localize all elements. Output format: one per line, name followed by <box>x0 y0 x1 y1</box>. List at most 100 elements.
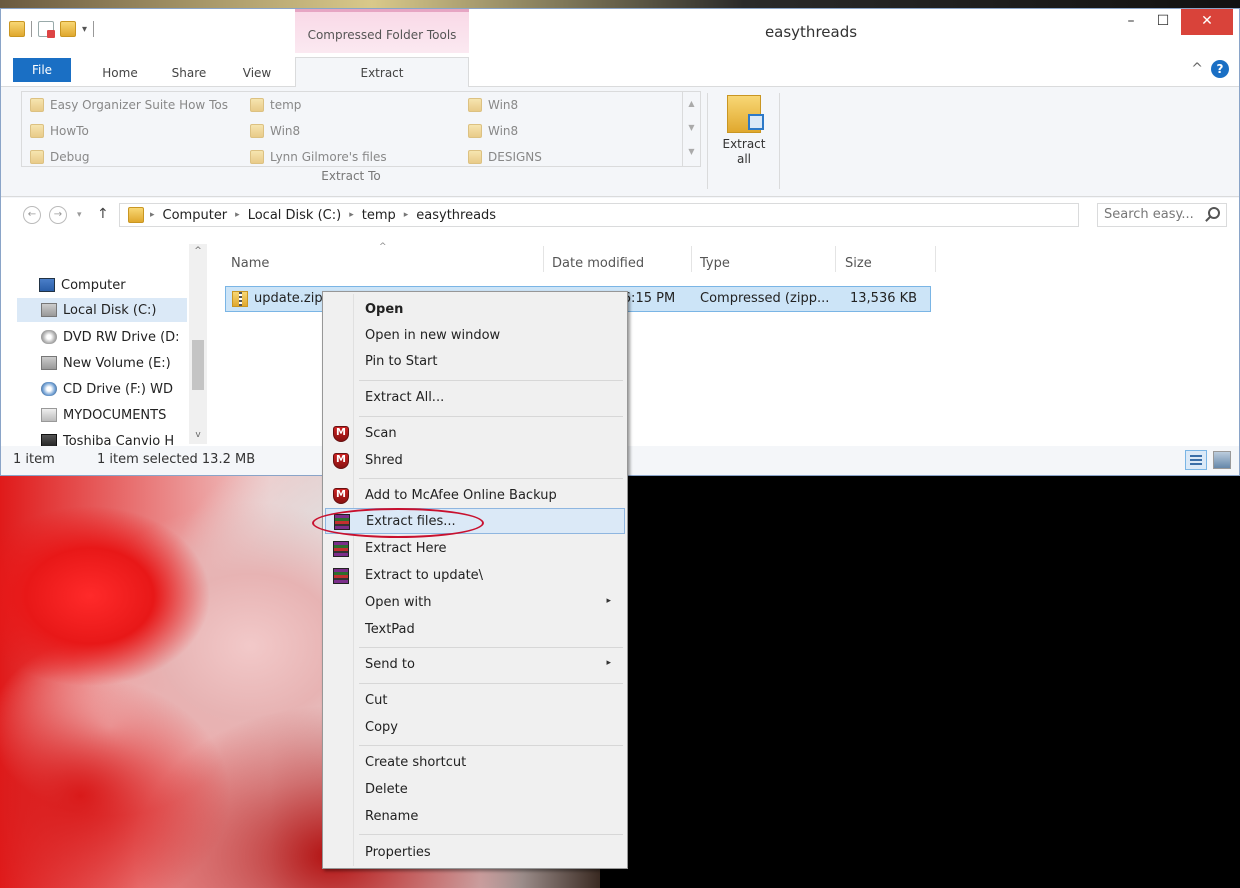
menu-item-copy[interactable]: Copy <box>325 715 625 741</box>
extract-location[interactable]: Lynn Gilmore's files <box>250 150 387 164</box>
extract-all-icon <box>727 95 764 133</box>
menu-item-mcafee-backup[interactable]: Add to McAfee Online Backup <box>325 483 625 509</box>
menu-item-textpad[interactable]: TextPad <box>325 617 625 643</box>
menu-item-properties[interactable]: Properties <box>325 840 625 866</box>
minimize-button[interactable]: – <box>1116 9 1146 35</box>
menu-item-extract-to-update[interactable]: Extract to update\ <box>325 563 625 589</box>
details-view-icon[interactable] <box>1185 450 1207 470</box>
up-button[interactable]: ↑ <box>97 206 109 222</box>
extract-location[interactable]: Win8 <box>468 124 518 138</box>
breadcrumb-computer[interactable]: Computer <box>163 208 228 223</box>
wallpaper-strip <box>0 0 1240 8</box>
column-header-date[interactable]: Date modified <box>552 254 644 278</box>
extract-location[interactable]: temp <box>250 98 301 112</box>
menu-separator <box>359 416 623 417</box>
menu-item-open[interactable]: Open <box>325 297 625 323</box>
column-separator[interactable] <box>935 246 936 272</box>
tab-extract[interactable]: Extract <box>295 57 469 88</box>
menu-item-extract-here[interactable]: Extract Here <box>325 536 625 562</box>
column-separator[interactable] <box>543 246 544 272</box>
menu-item-rename[interactable]: Rename <box>325 804 625 830</box>
tab-view[interactable]: View <box>231 61 283 85</box>
chevron-right-icon[interactable]: ▸ <box>150 210 155 220</box>
new-folder-icon[interactable] <box>60 21 76 37</box>
scroll-down-icon[interactable]: ▼ <box>683 116 700 140</box>
recent-locations-button[interactable]: ▾ <box>77 210 82 220</box>
large-icons-view-icon[interactable] <box>1213 451 1231 469</box>
maximize-button[interactable]: ☐ <box>1148 9 1178 35</box>
column-header-size[interactable]: Size <box>845 254 872 278</box>
tab-home[interactable]: Home <box>93 61 147 85</box>
menu-item-extract-all[interactable]: Extract All... <box>325 385 625 411</box>
collapse-ribbon-icon[interactable]: ^ <box>1191 61 1203 77</box>
folder-icon <box>30 98 44 112</box>
folder-icon <box>9 21 25 37</box>
breadcrumb-temp[interactable]: temp <box>362 208 396 223</box>
column-header-type[interactable]: Type <box>700 254 730 278</box>
extract-location[interactable]: DESIGNS <box>468 150 542 164</box>
menu-item-create-shortcut[interactable]: Create shortcut <box>325 750 625 776</box>
search-input[interactable]: Search easy... <box>1097 203 1227 227</box>
breadcrumb-easythreads[interactable]: easythreads <box>416 208 496 223</box>
nav-item-new-volume[interactable]: New Volume (E:) <box>41 352 191 374</box>
extract-to-group-label: Extract To <box>321 169 381 183</box>
sort-ascending-icon: ^ <box>379 242 387 252</box>
tab-share[interactable]: Share <box>161 61 217 85</box>
scroll-down-icon[interactable]: v <box>189 430 207 440</box>
menu-item-pin-to-start[interactable]: Pin to Start <box>325 349 625 375</box>
nav-item-cd-drive[interactable]: CD Drive (F:) WD <box>41 378 191 400</box>
folder-icon <box>30 124 44 138</box>
nav-item-local-disk[interactable]: Local Disk (C:) <box>41 299 191 321</box>
folder-icon <box>250 124 264 138</box>
help-icon[interactable]: ? <box>1211 60 1229 78</box>
column-separator[interactable] <box>691 246 692 272</box>
menu-item-open-with[interactable]: Open with ▸ <box>325 590 625 616</box>
customize-qat-icon[interactable]: ▾ <box>82 24 87 35</box>
menu-item-delete[interactable]: Delete <box>325 777 625 803</box>
group-separator <box>707 93 708 189</box>
menu-item-shred[interactable]: Shred <box>325 448 625 474</box>
extract-location[interactable]: Win8 <box>468 98 518 112</box>
chevron-right-icon[interactable]: ▸ <box>404 210 409 220</box>
address-bar[interactable]: ▸ Computer ▸ Local Disk (C:) ▸ temp ▸ ea… <box>119 203 1182 227</box>
nav-item-dvd-drive[interactable]: DVD RW Drive (D: <box>41 326 191 348</box>
extract-location[interactable]: Win8 <box>250 124 300 138</box>
folder-icon <box>468 98 482 112</box>
menu-item-cut[interactable]: Cut <box>325 688 625 714</box>
chevron-right-icon[interactable]: ▸ <box>349 210 354 220</box>
tab-file[interactable]: File <box>13 58 71 82</box>
chevron-right-icon[interactable]: ▸ <box>235 210 240 220</box>
menu-item-send-to[interactable]: Send to ▸ <box>325 652 625 678</box>
context-tab-group: Compressed Folder Tools <box>295 9 469 53</box>
extract-location[interactable]: Easy Organizer Suite How Tos <box>30 98 228 112</box>
nav-item-computer[interactable]: Computer <box>39 274 189 296</box>
properties-icon[interactable] <box>38 21 55 38</box>
close-button[interactable]: ✕ <box>1181 9 1233 35</box>
scroll-up-icon[interactable]: ^ <box>189 246 207 256</box>
column-separator[interactable] <box>835 246 836 272</box>
extract-location[interactable]: Debug <box>30 150 89 164</box>
winrar-icon <box>333 568 349 584</box>
extract-to-gallery: Easy Organizer Suite How Tos temp Win8 H… <box>21 91 701 167</box>
nav-pane-scrollbar[interactable]: ^ v <box>189 244 207 444</box>
menu-item-scan[interactable]: Scan <box>325 421 625 447</box>
back-button[interactable]: ← <box>23 206 41 224</box>
menu-item-open-new-window[interactable]: Open in new window <box>325 323 625 349</box>
scrollbar-thumb[interactable] <box>192 340 204 390</box>
status-item-count: 1 item <box>13 452 55 467</box>
column-header-name[interactable]: Name <box>231 254 269 278</box>
title-bar: ▾ Compressed Folder Tools easythreads – … <box>1 9 1239 53</box>
search-icon[interactable] <box>1208 207 1220 219</box>
breadcrumb-local-disk[interactable]: Local Disk (C:) <box>248 208 341 223</box>
scroll-up-icon[interactable]: ▲ <box>683 92 700 116</box>
ribbon-controls: ^ ? <box>1191 60 1229 78</box>
annotation-ellipse <box>312 508 484 538</box>
nav-item-mydocuments[interactable]: MYDOCUMENTS <box>41 404 191 426</box>
extract-location[interactable]: HowTo <box>30 124 89 138</box>
submenu-arrow-icon: ▸ <box>606 658 611 668</box>
gallery-scrollbar[interactable]: ▲ ▼ ▼ <box>682 92 700 166</box>
gallery-more-icon[interactable]: ▼ <box>683 140 700 164</box>
folder-icon <box>250 98 264 112</box>
forward-button[interactable]: → <box>49 206 67 224</box>
extract-all-button[interactable]: Extract all <box>713 95 775 185</box>
